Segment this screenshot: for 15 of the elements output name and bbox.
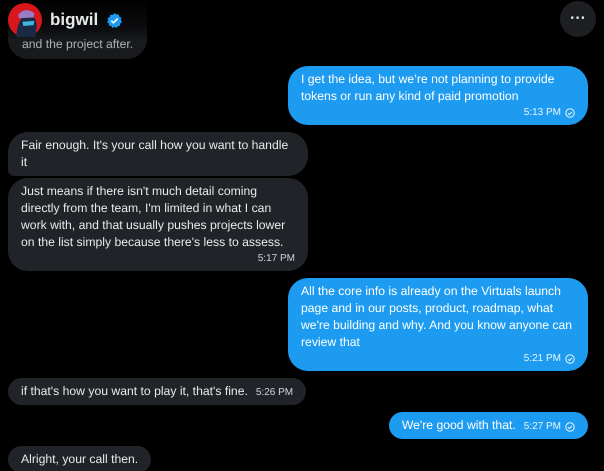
message-time: 5:27 PM bbox=[524, 420, 561, 434]
message-text: Fair enough. It's your call how you want to handle it bbox=[21, 138, 288, 169]
message-time: 5:17 PM bbox=[258, 252, 295, 266]
message-text: if that's how you want to play it, that's fine. bbox=[21, 383, 248, 400]
message-time: 5:21 PM bbox=[524, 352, 561, 366]
message-text: Just means if there isn't much detail coming directly from the team, I'm limited in what I can work with, and that usually pushes projects lower on the list simply because there's less to assess. bbox=[21, 184, 286, 249]
message-text: Alright, your call then. bbox=[21, 452, 138, 466]
message-text: I get the idea, but we’re not planning to provide tokens or run any kind of paid promotion bbox=[301, 72, 554, 103]
message-text: All the core info is already on the Virtuals launch page and in our posts, product, roadmap, what we're building and why. And you know anyone can review that bbox=[301, 284, 572, 349]
message-text: and the project after. bbox=[22, 37, 134, 51]
message-time: 5:26 PM bbox=[256, 386, 294, 400]
message-text: We're good with that. bbox=[402, 417, 516, 434]
contact-name: bigwil bbox=[50, 10, 98, 30]
more-button[interactable]: ··· bbox=[560, 1, 596, 37]
message-time: 5:13 PM bbox=[524, 106, 561, 120]
